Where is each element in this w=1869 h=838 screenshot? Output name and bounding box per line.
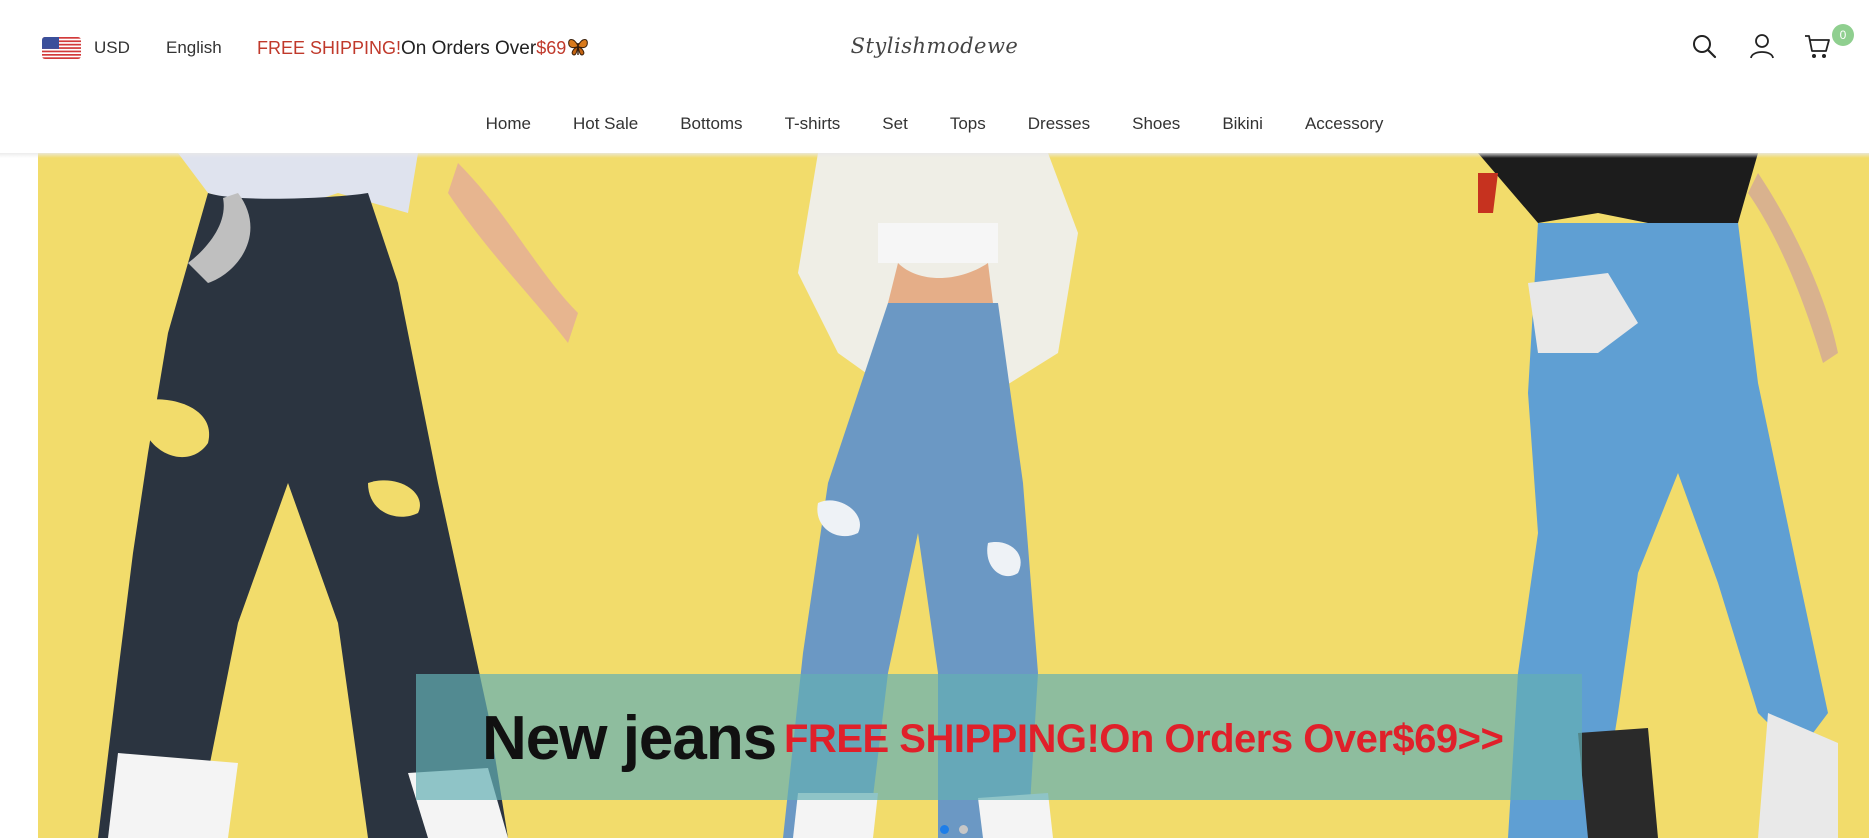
nav-item-bottoms[interactable]: Bottoms (659, 114, 763, 140)
language-selector[interactable]: English (166, 38, 222, 58)
currency-selector[interactable]: USD (94, 38, 130, 58)
cart-count-badge: 0 (1832, 24, 1854, 46)
banner-headline: New jeans (482, 704, 777, 773)
logo-text[interactable]: Stylishmodewe (851, 34, 1019, 58)
search-icon[interactable] (1690, 32, 1718, 60)
nav-item-shoes[interactable]: Shoes (1111, 114, 1201, 140)
us-flag-icon[interactable] (42, 37, 81, 59)
carousel-dots (940, 825, 968, 834)
nav-item-bikini[interactable]: Bikini (1201, 114, 1284, 140)
main-nav: Home Hot Sale Bottoms T-shirts Set Tops … (0, 114, 1869, 140)
shipping-promo: FREE SHIPPING!On Orders Over$69 (257, 37, 589, 60)
nav-item-t-shirts[interactable]: T-shirts (764, 114, 862, 140)
nav-item-tops[interactable]: Tops (929, 114, 1007, 140)
promo-orders-over: On Orders Over (401, 38, 537, 59)
carousel-dot-1[interactable] (940, 825, 949, 834)
nav-item-hot-sale[interactable]: Hot Sale (552, 114, 659, 140)
cart-icon[interactable] (1803, 32, 1831, 60)
nav-item-accessory[interactable]: Accessory (1284, 114, 1404, 140)
nav-item-home[interactable]: Home (465, 114, 552, 140)
promo-free-shipping: FREE SHIPPING! (257, 38, 402, 58)
banner-subline[interactable]: FREE SHIPPING!On Orders Over$69>> (784, 717, 1504, 762)
butterfly-icon (567, 37, 589, 57)
user-icon[interactable] (1748, 32, 1776, 60)
hero-banner[interactable]: New jeans FREE SHIPPING!On Orders Over$6… (38, 153, 1869, 838)
promo-amount: $69 (536, 38, 567, 58)
site-header: USD English FREE SHIPPING!On Orders Over… (0, 0, 1869, 153)
nav-item-dresses[interactable]: Dresses (1007, 114, 1111, 140)
nav-item-set[interactable]: Set (861, 114, 929, 140)
top-bar: USD English FREE SHIPPING!On Orders Over… (0, 0, 1869, 96)
carousel-dot-2[interactable] (959, 825, 968, 834)
